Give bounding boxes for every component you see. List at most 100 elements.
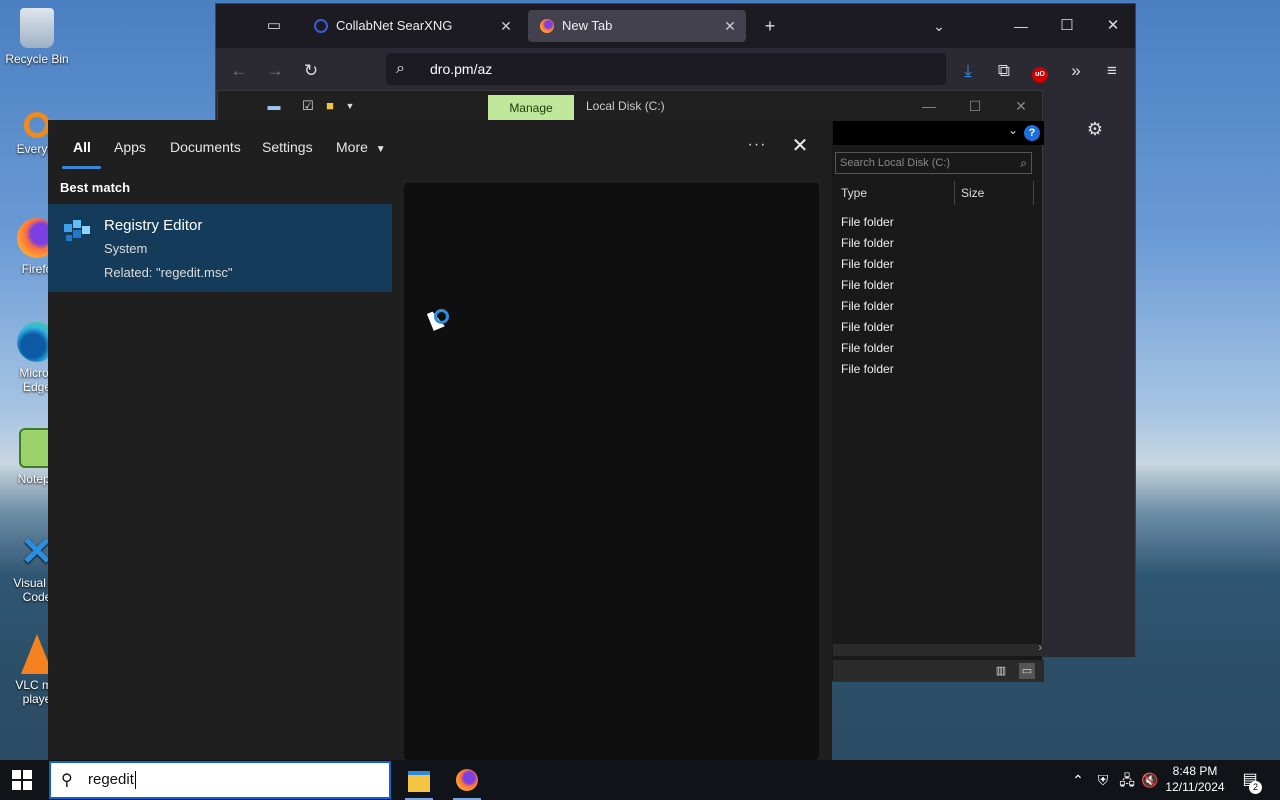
scroll-right-arrow-icon[interactable]: › [1038, 642, 1042, 654]
column-header-type[interactable]: Type [841, 182, 867, 204]
search-tab-all[interactable]: All [73, 136, 91, 158]
downloads-icon[interactable]: ⤓ [953, 56, 983, 86]
file-row-type[interactable]: File folder [841, 338, 894, 359]
close-window-icon[interactable]: ✕ [998, 91, 1044, 121]
registry-editor-icon [64, 220, 90, 241]
forward-arrow-icon[interactable]: → [260, 56, 290, 86]
ribbon-bar: ⌄ ? [833, 121, 1044, 145]
tab-searxng[interactable]: CollabNet SearXNG ✕ [302, 10, 522, 42]
search-tab-more-label: More [336, 139, 368, 155]
new-tab-plus-icon[interactable]: + [755, 11, 785, 41]
network-icon[interactable]: 🖧 [1117, 770, 1137, 790]
extensions-icon[interactable]: ⧉ [989, 56, 1019, 86]
url-text: dro.pm/az [430, 61, 493, 77]
search-tab-documents[interactable]: Documents [170, 136, 241, 158]
file-row-type[interactable]: File folder [841, 212, 894, 233]
taskbar-file-explorer[interactable] [395, 760, 443, 800]
customize-dropdown-icon[interactable]: ▼ [342, 98, 358, 114]
maximize-icon[interactable]: ☐ [952, 91, 998, 121]
close-tab-icon[interactable]: ✕ [722, 10, 738, 42]
column-divider[interactable] [954, 181, 955, 205]
search-icon: ⌕ [1020, 156, 1027, 170]
firefox-icon [540, 19, 554, 33]
maximize-icon[interactable]: ☐ [1052, 11, 1082, 41]
desktop-icon-recycle-bin[interactable]: Recycle Bin [0, 8, 74, 66]
file-row-type[interactable]: File folder [841, 233, 894, 254]
desktop-icon-label: Recycle Bin [5, 52, 69, 66]
busy-spinner-icon [434, 309, 449, 324]
new-folder-icon[interactable]: ■ [322, 98, 338, 114]
explorer-titlebar: ▬ ☑ ■ ▼ Manage Local Disk (C:) — ☐ ✕ [218, 91, 1042, 121]
best-match-heading: Best match [60, 180, 131, 195]
taskbar-firefox[interactable] [443, 760, 491, 800]
file-row-type[interactable]: File folder [841, 317, 894, 338]
result-title: Registry Editor [104, 217, 203, 234]
column-divider[interactable] [1033, 181, 1034, 205]
search-tab-apps[interactable]: Apps [114, 136, 146, 158]
url-bar[interactable]: ⌕ dro.pm/az [386, 53, 946, 85]
clock-date: 12/11/2024 [1165, 780, 1225, 794]
column-header-size[interactable]: Size [961, 182, 984, 204]
file-row-type[interactable]: File folder [841, 359, 894, 380]
tab-bar: ▭ CollabNet SearXNG ✕ New Tab ✕ + ⌄ — ☐ … [216, 4, 1135, 48]
manage-tab[interactable]: Manage [488, 95, 574, 121]
result-preview-pane [404, 183, 819, 760]
help-icon[interactable]: ? [1024, 125, 1040, 141]
file-explorer-icon [408, 771, 430, 792]
minimize-icon[interactable]: — [906, 91, 952, 121]
explorer-status-bar: ▥ ▭ [833, 660, 1044, 682]
search-placeholder: Search Local Disk (C:) [840, 157, 951, 169]
notification-count-badge: 2 [1249, 781, 1262, 794]
searxng-icon [314, 19, 328, 33]
active-tab-indicator [62, 166, 101, 169]
minimize-icon[interactable]: — [1006, 11, 1036, 41]
result-related: Related: "regedit.msc" [104, 265, 233, 280]
tab-label: CollabNet SearXNG [336, 18, 453, 33]
ublock-origin-icon[interactable]: uO [1025, 56, 1055, 86]
overflow-chevron-icon[interactable]: » [1061, 56, 1091, 86]
search-icon: ⌕ [396, 60, 405, 77]
volume-muted-icon[interactable]: 🔇 [1140, 770, 1160, 790]
best-match-result[interactable]: Registry Editor System Related: "regedit… [48, 204, 392, 292]
reload-icon[interactable]: ↻ [296, 56, 326, 86]
ribbon-expand-chevron-icon[interactable]: ⌄ [1008, 123, 1018, 137]
back-arrow-icon[interactable]: ← [224, 56, 254, 86]
details-view-icon[interactable]: ▥ [993, 663, 1009, 679]
hamburger-menu-icon[interactable]: ≡ [1097, 56, 1127, 86]
close-window-icon[interactable]: ✕ [1098, 11, 1128, 41]
tab-label: New Tab [562, 18, 613, 33]
explorer-title: Local Disk (C:) [586, 99, 665, 113]
recycle-bin-icon [20, 8, 54, 48]
clock-time: 8:48 PM [1172, 764, 1218, 778]
list-all-tabs-chevron-icon[interactable]: ⌄ [924, 11, 954, 41]
tab-list-icon[interactable]: ▭ [261, 14, 287, 38]
file-row-type[interactable]: File folder [841, 254, 894, 275]
close-tab-icon[interactable]: ✕ [498, 10, 514, 42]
quick-access-folder-icon[interactable]: ▬ [266, 98, 282, 114]
file-row-type[interactable]: File folder [841, 296, 894, 317]
chevron-down-icon: ▼ [375, 144, 386, 155]
start-search-panel: All Apps Documents Settings More ▼ ··· ✕… [48, 120, 832, 760]
more-options-ellipsis-icon[interactable]: ··· [743, 134, 771, 156]
horizontal-scrollbar[interactable]: › [833, 642, 1044, 656]
taskbar-clock[interactable]: 8:48 PM 12/11/2024 [1160, 763, 1230, 795]
notification-center-icon[interactable]: ▤ 2 [1238, 768, 1262, 794]
search-tab-more[interactable]: More ▼ [336, 136, 386, 158]
search-tab-settings[interactable]: Settings [262, 136, 313, 158]
result-subtitle: System [104, 241, 148, 256]
search-query-text: regedit [88, 771, 136, 790]
navigation-toolbar: ← → ↻ ⌕ dro.pm/az ⤓ ⧉ uO » ≡ [216, 48, 1135, 94]
security-center-icon[interactable]: ⛨ [1093, 770, 1113, 790]
large-icons-view-icon[interactable]: ▭ [1019, 663, 1035, 679]
gear-icon[interactable]: ⚙ [1084, 118, 1106, 140]
windows-start-icon[interactable] [12, 770, 32, 790]
search-icon: ⚲ [61, 772, 73, 789]
tab-new-tab[interactable]: New Tab ✕ [528, 10, 746, 42]
close-icon[interactable]: ✕ [786, 132, 814, 160]
taskbar: ⚲ regedit ⌃ ⛨ 🖧 🔇 8:48 PM 12/11/2024 ▤ 2 [0, 760, 1280, 800]
explorer-search-input[interactable]: Search Local Disk (C:) ⌕ [835, 152, 1032, 174]
file-row-type[interactable]: File folder [841, 275, 894, 296]
properties-check-icon[interactable]: ☑ [300, 98, 316, 114]
taskbar-search-input[interactable]: ⚲ regedit [49, 761, 391, 799]
show-hidden-icons-chevron-icon[interactable]: ⌃ [1068, 770, 1088, 790]
